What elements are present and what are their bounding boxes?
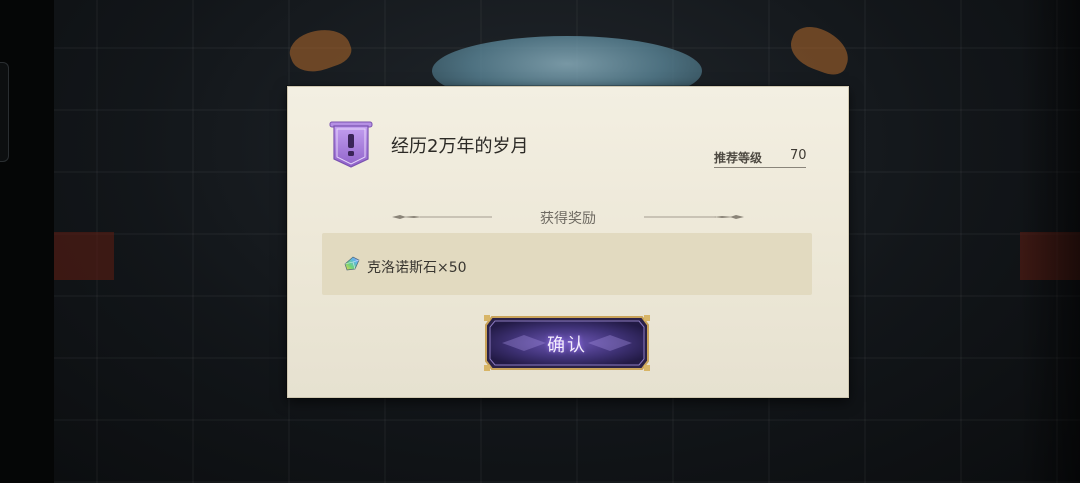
recommended-level-value: 70 — [790, 148, 807, 163]
confirm-button-label: 确认 — [547, 335, 587, 356]
quest-complete-dialog: 经历2万年的岁月 推荐等级 70 获得奖励 克洛诺斯石×50 确认 — [287, 86, 849, 398]
divider-right-ornament — [644, 215, 744, 219]
reward-list: 克洛诺斯石×50 — [322, 233, 812, 295]
confirm-button[interactable]: 确认 — [484, 315, 650, 371]
reward-item-label: 克洛诺斯石×50 — [367, 260, 467, 276]
side-drawer-handle[interactable] — [0, 62, 9, 162]
recommended-level: 推荐等级 70 — [714, 148, 807, 168]
rewards-heading: 获得奖励 — [540, 211, 596, 227]
right-edge-shadow — [1020, 0, 1080, 483]
exclamation-banner-icon — [329, 121, 373, 168]
background-carpet-left — [54, 232, 114, 280]
recommended-level-label: 推荐等级 — [714, 151, 763, 165]
quest-title: 经历2万年的岁月 — [391, 136, 529, 157]
game-scene: 经历2万年的岁月 推荐等级 70 获得奖励 克洛诺斯石×50 确认 — [0, 0, 1080, 483]
rainbow-crystal-icon — [344, 256, 360, 271]
